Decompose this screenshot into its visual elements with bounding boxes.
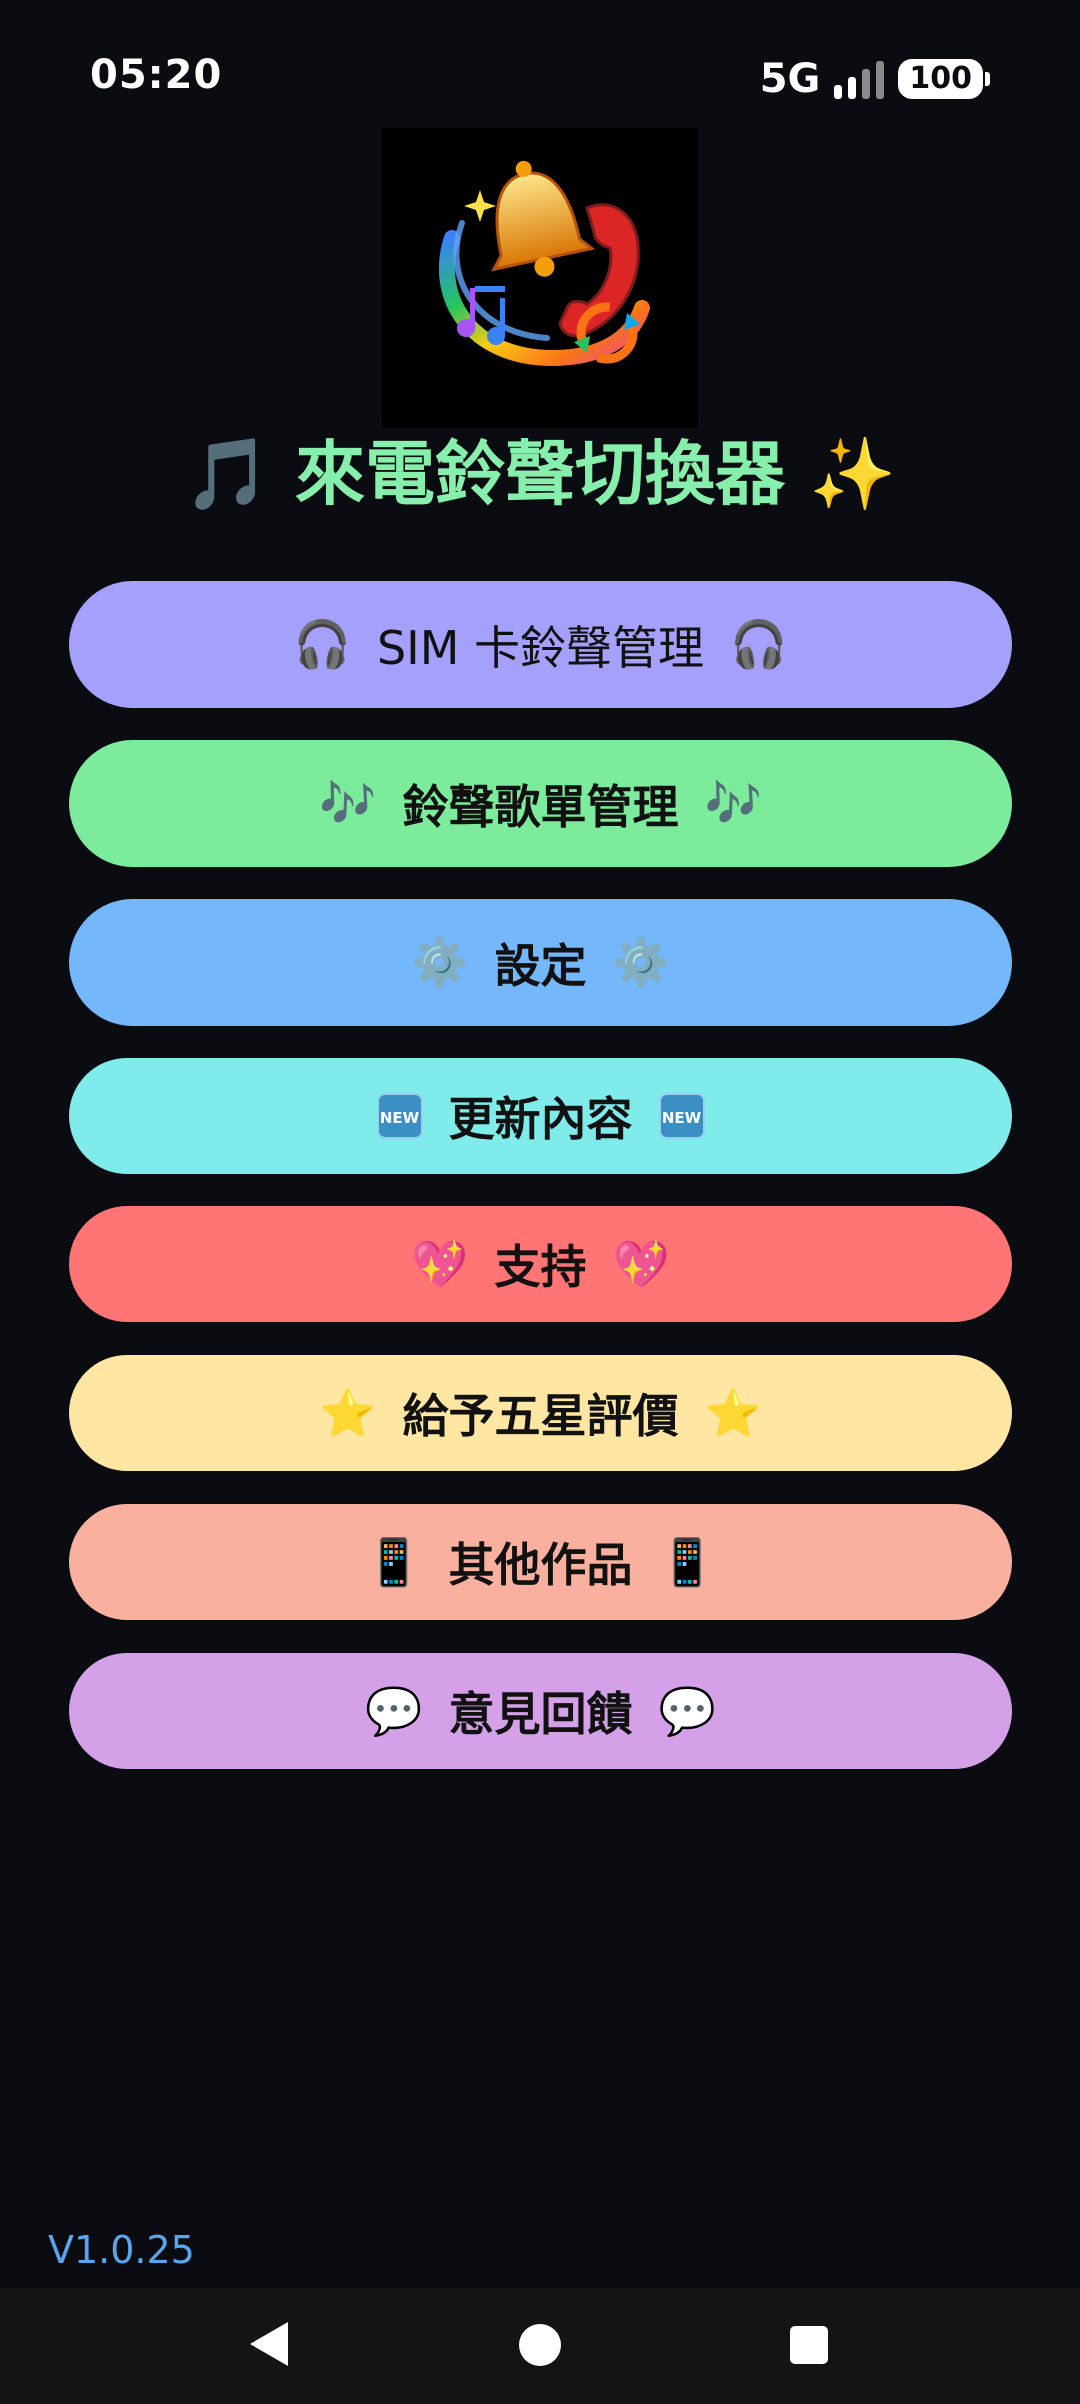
sparkling-heart-icon: 💖: [411, 1236, 469, 1291]
app-screen: 05:20 5G 100 🎵 來電鈴聲切換器 ✨ 🎧 SIM 卡鈴聲管理 🎧 🎶…: [0, 0, 1080, 2404]
bell-and-phone-icon: [382, 128, 698, 428]
playlist-button[interactable]: 🎶 鈴聲歌單管理 🎶: [69, 740, 1012, 867]
recent-apps-icon[interactable]: [790, 2326, 828, 2364]
battery-icon: 100: [898, 59, 990, 99]
sparkling-heart-icon: 💖: [612, 1236, 670, 1291]
feedback-button[interactable]: 💬 意見回饋 💬: [69, 1653, 1012, 1769]
other-apps-button[interactable]: 📱 其他作品 📱: [69, 1504, 1012, 1620]
speech-bubble-icon: 💬: [365, 1683, 423, 1738]
settings-button[interactable]: ⚙️ 設定 ⚙️: [69, 899, 1012, 1026]
app-version: V1.0.25: [48, 2228, 195, 2272]
support-button[interactable]: 💖 支持 💖: [69, 1206, 1012, 1322]
new-badge-icon: NEW: [376, 1093, 423, 1139]
playlist-label: 鈴聲歌單管理: [402, 779, 679, 834]
music-notes-icon: 🎶: [704, 776, 762, 830]
back-icon[interactable]: [250, 2322, 288, 2366]
network-type: 5G: [759, 56, 821, 102]
battery-level: 100: [898, 59, 983, 99]
status-time: 05:20: [90, 52, 223, 98]
star-icon: ⭐: [319, 1385, 377, 1440]
settings-label: 設定: [494, 938, 587, 993]
signal-icon: [834, 59, 885, 99]
status-bar: 05:20 5G 100: [0, 0, 1080, 140]
updates-label: 更新內容: [448, 1092, 633, 1146]
star-icon: ⭐: [704, 1385, 762, 1440]
support-label: 支持: [494, 1240, 587, 1294]
headphones-icon: 🎧: [730, 617, 788, 671]
headphones-icon: 🎧: [293, 617, 351, 671]
sim-ringtone-label: SIM 卡鈴聲管理: [376, 620, 705, 675]
mobile-phone-icon: 📱: [658, 1534, 716, 1589]
speech-bubble-icon: 💬: [658, 1683, 716, 1738]
gear-icon: ⚙️: [612, 935, 670, 989]
other-apps-label: 其他作品: [448, 1538, 633, 1592]
home-icon[interactable]: [519, 2324, 561, 2366]
mobile-phone-icon: 📱: [365, 1534, 423, 1589]
updates-button[interactable]: NEW 更新內容 NEW: [69, 1058, 1012, 1174]
music-notes-icon: 🎶: [319, 776, 377, 830]
status-indicators: 5G 100: [760, 56, 990, 102]
sim-ringtone-button[interactable]: 🎧 SIM 卡鈴聲管理 🎧: [69, 581, 1012, 708]
new-badge-icon: NEW: [658, 1093, 705, 1139]
system-nav-bar: [0, 2288, 1080, 2404]
rate-five-stars-button[interactable]: ⭐ 給予五星評價 ⭐: [69, 1355, 1012, 1471]
main-menu: 🎧 SIM 卡鈴聲管理 🎧 🎶 鈴聲歌單管理 🎶 ⚙️ 設定 ⚙️ NEW 更新…: [69, 581, 1012, 1769]
app-title: 🎵 來電鈴聲切換器 ✨: [183, 433, 897, 515]
gear-icon: ⚙️: [411, 935, 469, 989]
rate-label: 給予五星評價: [402, 1389, 679, 1443]
feedback-label: 意見回饋: [448, 1687, 633, 1741]
